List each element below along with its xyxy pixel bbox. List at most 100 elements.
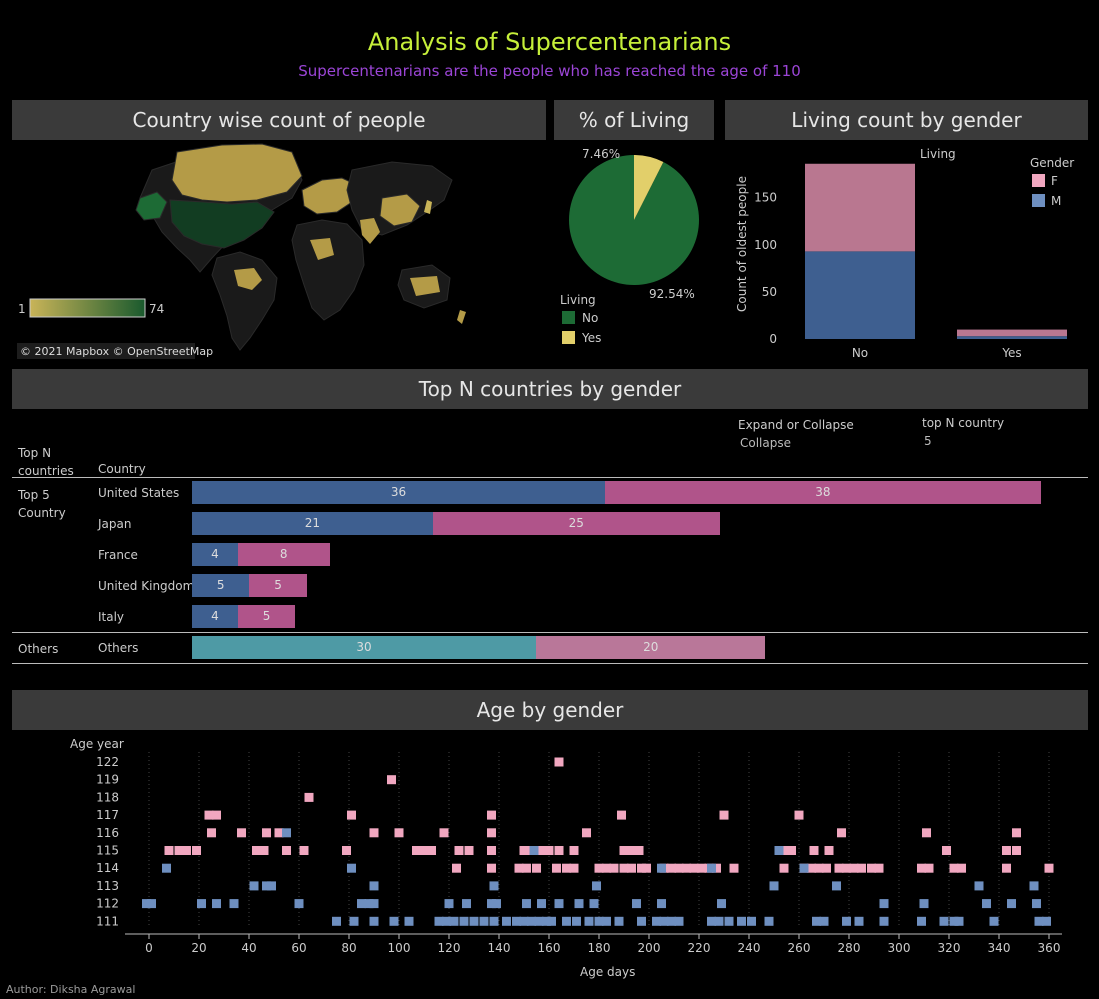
bar-no-m[interactable]	[805, 251, 915, 339]
point-m[interactable]	[449, 916, 459, 926]
point-m[interactable]	[737, 916, 746, 926]
point-f[interactable]	[924, 863, 934, 873]
point-f[interactable]	[922, 828, 931, 838]
topn-filter-value[interactable]: 5	[924, 434, 932, 448]
bar-female[interactable]: 5	[237, 605, 296, 628]
point-m[interactable]	[764, 916, 774, 926]
point-f[interactable]	[609, 863, 619, 873]
bar-female[interactable]: 25	[432, 512, 720, 535]
point-f[interactable]	[387, 775, 396, 785]
bar-female[interactable]: 20	[536, 636, 766, 659]
point-m[interactable]	[489, 881, 499, 891]
point-f[interactable]	[394, 828, 404, 838]
point-f[interactable]	[237, 828, 246, 838]
point-f[interactable]	[942, 846, 951, 855]
point-m[interactable]	[404, 916, 414, 926]
point-f[interactable]	[427, 846, 436, 855]
point-f[interactable]	[522, 863, 531, 873]
point-m[interactable]	[584, 916, 594, 926]
point-m[interactable]	[147, 899, 156, 909]
point-m[interactable]	[369, 899, 379, 909]
point-m[interactable]	[832, 881, 841, 891]
point-m[interactable]	[774, 846, 784, 855]
point-m[interactable]	[819, 916, 829, 926]
point-m[interactable]	[369, 916, 379, 926]
point-m[interactable]	[974, 881, 984, 891]
point-f[interactable]	[719, 810, 729, 820]
point-m[interactable]	[572, 916, 581, 926]
point-f[interactable]	[212, 810, 221, 820]
point-f[interactable]	[569, 863, 579, 873]
point-f[interactable]	[192, 846, 201, 855]
point-m[interactable]	[724, 916, 734, 926]
point-f[interactable]	[544, 846, 554, 855]
point-f[interactable]	[794, 810, 804, 820]
bar-female[interactable]: 5	[249, 574, 307, 597]
point-m[interactable]	[747, 916, 756, 926]
point-m[interactable]	[707, 863, 716, 873]
point-f[interactable]	[1044, 863, 1054, 873]
point-m[interactable]	[657, 863, 666, 873]
bar-male[interactable]: 4	[192, 543, 238, 566]
world-map[interactable]: 1 74 © 2021 Mapbox © OpenStreetMap	[12, 140, 546, 365]
point-m[interactable]	[657, 899, 666, 909]
point-m[interactable]	[1007, 899, 1016, 909]
point-m[interactable]	[1042, 916, 1051, 926]
point-m[interactable]	[537, 899, 546, 909]
point-m[interactable]	[562, 916, 571, 926]
point-m[interactable]	[529, 846, 539, 855]
point-f[interactable]	[304, 792, 314, 802]
point-m[interactable]	[879, 916, 889, 926]
point-m[interactable]	[349, 916, 359, 926]
bar-female[interactable]: 8	[237, 543, 330, 566]
point-f[interactable]	[487, 863, 496, 873]
point-m[interactable]	[462, 899, 471, 909]
point-m[interactable]	[267, 881, 276, 891]
point-f[interactable]	[809, 846, 819, 855]
point-f[interactable]	[874, 863, 884, 873]
living-by-gender-chart[interactable]: Living Count of oldest people 0 50 100 150 N…	[725, 140, 1088, 365]
point-f[interactable]	[1002, 863, 1011, 873]
point-f[interactable]	[857, 863, 866, 873]
point-f[interactable]	[779, 863, 789, 873]
point-f[interactable]	[642, 863, 651, 873]
point-m[interactable]	[282, 828, 291, 838]
point-m[interactable]	[492, 899, 501, 909]
point-f[interactable]	[262, 828, 271, 838]
point-m[interactable]	[982, 899, 991, 909]
bar-female[interactable]: 38	[604, 481, 1041, 504]
point-f[interactable]	[787, 846, 796, 855]
point-m[interactable]	[162, 863, 171, 873]
point-m[interactable]	[212, 899, 221, 909]
point-m[interactable]	[197, 899, 206, 909]
point-f[interactable]	[552, 863, 561, 873]
point-m[interactable]	[547, 916, 556, 926]
point-m[interactable]	[592, 881, 601, 891]
point-f[interactable]	[582, 828, 591, 838]
point-m[interactable]	[637, 916, 646, 926]
point-f[interactable]	[347, 810, 356, 820]
point-f[interactable]	[452, 863, 461, 873]
point-f[interactable]	[554, 846, 564, 855]
point-f[interactable]	[207, 828, 216, 838]
point-f[interactable]	[182, 846, 191, 855]
point-m[interactable]	[954, 916, 964, 926]
point-m[interactable]	[842, 916, 851, 926]
point-f[interactable]	[824, 846, 834, 855]
point-m[interactable]	[589, 899, 599, 909]
point-f[interactable]	[259, 846, 269, 855]
point-m[interactable]	[917, 916, 926, 926]
point-m[interactable]	[459, 916, 469, 926]
point-m[interactable]	[714, 916, 724, 926]
point-f[interactable]	[282, 846, 291, 855]
point-f[interactable]	[822, 863, 831, 873]
point-m[interactable]	[919, 899, 929, 909]
point-f[interactable]	[454, 846, 464, 855]
bar-male[interactable]: 36	[192, 481, 605, 504]
point-m[interactable]	[369, 881, 379, 891]
point-m[interactable]	[717, 899, 726, 909]
bar-male[interactable]: 4	[192, 605, 238, 628]
point-f[interactable]	[487, 846, 496, 855]
point-f[interactable]	[164, 846, 174, 855]
bar-yes-f[interactable]	[957, 329, 1067, 337]
